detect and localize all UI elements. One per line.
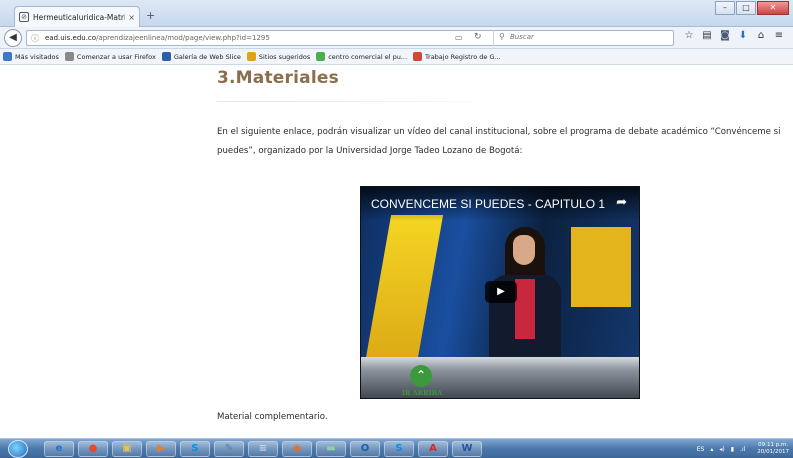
bookmarks-bar: Más visitados Comenzar a usar Firefox Ga… — [0, 49, 793, 65]
search-input[interactable] — [510, 31, 660, 43]
search-icon: ⚲ — [499, 32, 505, 41]
play-button[interactable]: ▶ — [485, 281, 517, 303]
taskbar-app-folder[interactable]: ▬ — [316, 441, 346, 457]
close-window-button[interactable]: ✕ — [757, 1, 789, 15]
folder-icon: ▬ — [326, 443, 336, 454]
tab-close-icon[interactable]: × — [128, 13, 135, 22]
window-controls: – □ ✕ — [714, 1, 789, 15]
video-set-graphic — [571, 227, 631, 307]
bookmark-icon — [64, 52, 74, 61]
bookmark-centro-comercial[interactable]: centro comercial el pu... — [316, 52, 407, 61]
reload-icon[interactable]: ↻ — [474, 32, 482, 42]
taskbar-app-skype[interactable]: S — [180, 441, 210, 457]
taskbar-app-skype2[interactable]: S — [384, 441, 414, 457]
skype-icon: S — [191, 443, 199, 454]
go-to-top-link[interactable]: ⌃ IR ARRIBA — [402, 365, 443, 397]
bookmark-icon — [316, 52, 326, 61]
bookmark-trabajo-registro[interactable]: Trabajo Registro de G... — [413, 52, 501, 61]
site-info-icon[interactable]: ⓘ — [31, 33, 39, 44]
bookmark-icon — [246, 52, 256, 61]
clock-time: 09:11 p.m. — [758, 442, 789, 448]
new-tab-button[interactable]: + — [146, 9, 155, 22]
taskbar-app-ie[interactable]: e — [44, 441, 74, 457]
ie-icon: e — [55, 443, 63, 454]
reader-view-icon[interactable]: ▭ — [455, 33, 463, 42]
video-title[interactable]: CONVENCEME SI PUEDES - CAPITULO 1 — [371, 197, 605, 211]
bookmark-star-icon[interactable]: ☆ — [680, 30, 698, 41]
acrobat-icon: A — [429, 443, 437, 454]
explorer-icon: ▣ — [122, 443, 132, 454]
chrome-icon: ● — [88, 443, 98, 454]
taskbar-app-acrobat[interactable]: A — [418, 441, 448, 457]
tray-expand-icon[interactable]: ▴ — [710, 446, 713, 453]
arrow-up-icon: ⌃ — [410, 365, 432, 387]
taskbar-app-chrome[interactable]: ● — [78, 441, 108, 457]
title-divider — [217, 101, 497, 102]
pocket-icon[interactable]: ◙ — [716, 30, 734, 41]
browser-tab[interactable]: ⊘ Hermeuticaluridica-Matriz... × — [14, 6, 140, 27]
bookmark-icon — [413, 52, 423, 61]
bookmark-sitios-sugeridos[interactable]: Sitios sugeridos — [246, 52, 310, 61]
clock-date: 20/01/2017 — [757, 449, 789, 455]
back-button[interactable]: ◀ — [4, 29, 22, 47]
menu-icon[interactable]: ≡ — [770, 30, 788, 41]
search-box[interactable]: ⚲ — [493, 30, 675, 46]
url-path: /aprendizajeenlinea/mod/page/view.php?id… — [96, 34, 270, 42]
language-indicator[interactable]: ES — [697, 446, 705, 453]
bookmark-web-slice[interactable]: Galería de Web Slice — [161, 52, 241, 61]
system-tray: ES ▴ ◂) ▮ .ıl 09:11 p.m. 20/01/2017 — [691, 442, 789, 456]
minimize-button[interactable]: – — [715, 1, 735, 15]
bookmark-mas-visitados[interactable]: Más visitados — [3, 52, 59, 61]
word-icon: W — [461, 443, 473, 454]
bookmark-icon — [161, 52, 171, 61]
network-icon[interactable]: ▮ — [731, 446, 734, 453]
media-icon: ▶ — [157, 443, 165, 454]
signal-icon[interactable]: .ıl — [740, 446, 745, 453]
page-title: 3.Materiales — [217, 68, 339, 88]
taskbar-app-explorer[interactable]: ▣ — [112, 441, 142, 457]
address-bar[interactable]: ⓘ ead.uis.edu.co/aprendizajeenlinea/mod/… — [26, 30, 674, 46]
complementary-material-heading: Material complementario. — [217, 412, 328, 422]
taskbar-app-paint[interactable]: ✎ — [214, 441, 244, 457]
back-arrow-icon: ◀ — [9, 32, 17, 43]
page-favicon-icon: ⊘ — [19, 12, 29, 22]
notes-icon: ≡ — [258, 443, 268, 454]
start-button[interactable] — [8, 440, 28, 458]
taskbar-app-outlook[interactable]: O — [350, 441, 380, 457]
clock[interactable]: 09:11 p.m. 20/01/2017 — [751, 442, 789, 456]
paint-icon: ✎ — [224, 443, 234, 454]
home-icon[interactable]: ⌂ — [752, 30, 770, 41]
download-icon[interactable]: ⬇ — [734, 30, 752, 41]
go-to-top-label: IR ARRIBA — [402, 389, 443, 397]
intro-paragraph: En el siguiente enlace, podrán visualiza… — [217, 127, 781, 156]
browser-tab-bar: ⊘ Hermeuticaluridica-Matriz... × + – □ ✕ — [0, 0, 793, 27]
taskbar-app-word[interactable]: W — [452, 441, 482, 457]
bookmarks-list-icon[interactable]: ▤ — [698, 30, 716, 41]
volume-icon[interactable]: ◂) — [719, 446, 724, 453]
url-domain: ead.uis.edu.co — [45, 34, 97, 42]
share-icon[interactable]: ➦ — [616, 195, 627, 210]
url-text[interactable]: ead.uis.edu.co/aprendizajeenlinea/mod/pa… — [45, 34, 270, 42]
bookmark-icon — [3, 52, 12, 61]
taskbar-app-notes[interactable]: ≡ — [248, 441, 278, 457]
windows-taskbar: e ● ▣ ▶ S ✎ ≡ ◉ ▬ O S A W ES ▴ ◂) ▮ .ıl 09:11 p.m. 2… — [0, 438, 793, 458]
taskbar-app-firefox[interactable]: ◉ — [282, 441, 312, 457]
firefox-icon: ◉ — [292, 443, 302, 454]
play-icon: ▶ — [497, 286, 505, 297]
taskbar-app-media[interactable]: ▶ — [146, 441, 176, 457]
skype2-icon: S — [395, 443, 403, 454]
outlook-icon: O — [360, 443, 370, 454]
browser-nav-bar: ◀ ⓘ ead.uis.edu.co/aprendizajeenlinea/mo… — [0, 27, 793, 49]
toolbar-icons: ☆ ▤ ◙ ⬇ ⌂ ≡ — [680, 30, 788, 41]
bookmark-comenzar-firefox[interactable]: Comenzar a usar Firefox — [64, 52, 156, 61]
tab-title: Hermeuticaluridica-Matriz... — [33, 12, 126, 22]
maximize-button[interactable]: □ — [736, 1, 756, 15]
page-content: 3.Materiales En el siguiente enlace, pod… — [0, 66, 793, 438]
